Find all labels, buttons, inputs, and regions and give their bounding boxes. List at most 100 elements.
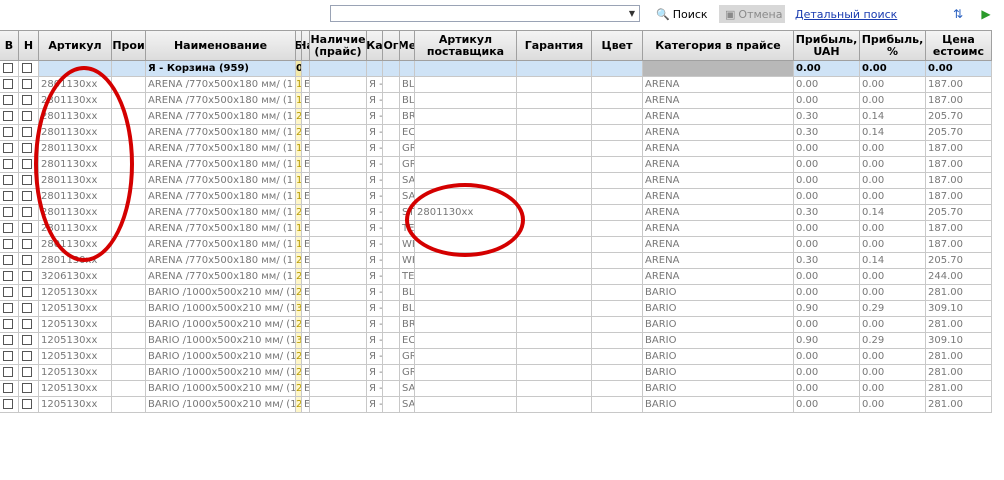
- cell-color: [592, 77, 643, 93]
- table-row[interactable]: 1205130xxBARIO /1000x500x210 мм/ (1,!3Ес…: [0, 333, 992, 349]
- column-header-profitpct[interactable]: Прибыль, %: [860, 30, 926, 61]
- table-row[interactable]: 1205130xxBARIO /1000x500x210 мм/ (1,!2Ес…: [0, 285, 992, 301]
- checkbox-b[interactable]: [3, 111, 13, 121]
- cancel-button[interactable]: ▣ Отмена: [719, 5, 785, 23]
- checkbox-b[interactable]: [3, 383, 13, 393]
- search-combo[interactable]: ▼: [330, 5, 640, 22]
- table-row[interactable]: 2801130xxARENA /770x500x180 мм/ (1 ч1ЕсЯ…: [0, 157, 992, 173]
- table-row[interactable]: 2801130xxARENA /770x500x180 мм/ (1 ч2ЕсЯ…: [0, 109, 992, 125]
- column-header-c3[interactable]: Ка: [367, 30, 383, 61]
- checkbox-n[interactable]: [22, 159, 32, 169]
- table-row[interactable]: 1205130xxBARIO /1000x500x210 мм/ (1,!2Ес…: [0, 397, 992, 413]
- checkbox-b[interactable]: [3, 63, 13, 73]
- export-icon[interactable]: ▶: [978, 5, 994, 23]
- checkbox-b[interactable]: [3, 223, 13, 233]
- search-button[interactable]: 🔍 Поиск: [656, 5, 708, 23]
- checkbox-n[interactable]: [22, 127, 32, 137]
- cell-category: ARENA: [643, 93, 794, 109]
- column-header-warr[interactable]: Гарантия: [517, 30, 592, 61]
- cell-supplier-article: [415, 109, 517, 125]
- checkbox-b[interactable]: [3, 175, 13, 185]
- column-header-art[interactable]: Артикул: [39, 30, 112, 61]
- group-row[interactable]: Я - Корзина (959)00.000.000.00: [0, 61, 992, 77]
- checkbox-n[interactable]: [22, 175, 32, 185]
- checkbox-n[interactable]: [22, 111, 32, 121]
- checkbox-n[interactable]: [22, 207, 32, 217]
- checkbox-n[interactable]: [22, 367, 32, 377]
- checkbox-n[interactable]: [22, 351, 32, 361]
- checkbox-b[interactable]: [3, 95, 13, 105]
- table-row[interactable]: 2801130xxARENA /770x500x180 мм/ (1 ч1ЕсЯ…: [0, 141, 992, 157]
- table-row[interactable]: 3206130xxARENA /770x500x180 мм/ (1 ч2ЕсЯ…: [0, 269, 992, 285]
- column-header-c2[interactable]: На: [302, 30, 310, 61]
- checkbox-n[interactable]: [22, 239, 32, 249]
- cell-profit: 0.00: [794, 317, 860, 333]
- checkbox-b[interactable]: [3, 255, 13, 265]
- table-row[interactable]: 1205130xxBARIO /1000x500x210 мм/ (1,!2Ес…: [0, 317, 992, 333]
- sort-icon[interactable]: ⇅: [950, 5, 966, 23]
- column-header-price[interactable]: Цена естоимс: [926, 30, 992, 61]
- column-header-color[interactable]: Цвет: [592, 30, 643, 61]
- checkbox-n[interactable]: [22, 63, 32, 73]
- cell-c2: Ес: [302, 77, 310, 93]
- cell-name: ARENA /770x500x180 мм/ (1 ч: [146, 173, 296, 189]
- checkbox-b[interactable]: [3, 287, 13, 297]
- checkbox-b[interactable]: [3, 351, 13, 361]
- checkbox-b[interactable]: [3, 207, 13, 217]
- table-row[interactable]: 2801130xxARENA /770x500x180 мм/ (1 ч1ЕсЯ…: [0, 221, 992, 237]
- column-header-prod[interactable]: Прои: [112, 30, 146, 61]
- cell-article: 1205130xx: [39, 333, 112, 349]
- column-header-c4[interactable]: Ог: [383, 30, 400, 61]
- column-header-b[interactable]: В: [0, 30, 19, 61]
- checkbox-n[interactable]: [22, 335, 32, 345]
- checkbox-b[interactable]: [3, 191, 13, 201]
- checkbox-b[interactable]: [3, 127, 13, 137]
- table-row[interactable]: 2801130xxARENA /770x500x180 мм/ (1 ч2ЕсЯ…: [0, 205, 992, 221]
- checkbox-n[interactable]: [22, 255, 32, 265]
- checkbox-b[interactable]: [3, 159, 13, 169]
- table-row[interactable]: 2801130xxARENA /770x500x180 мм/ (1 ч2ЕсЯ…: [0, 125, 992, 141]
- column-header-n[interactable]: Н: [19, 30, 39, 61]
- checkbox-b[interactable]: [3, 143, 13, 153]
- table-row[interactable]: 2801130xxARENA /770x500x180 мм/ (1 ч2ЕсЯ…: [0, 253, 992, 269]
- checkbox-b[interactable]: [3, 79, 13, 89]
- table-row[interactable]: 1205130xxBARIO /1000x500x210 мм/ (1,!2Ес…: [0, 349, 992, 365]
- table-row[interactable]: 1205130xxBARIO /1000x500x210 мм/ (1,!2Ес…: [0, 365, 992, 381]
- checkbox-n[interactable]: [22, 399, 32, 409]
- checkbox-b[interactable]: [3, 271, 13, 281]
- checkbox-n[interactable]: [22, 79, 32, 89]
- column-header-name[interactable]: Наименование: [146, 30, 296, 61]
- cell-c3: Я -: [367, 333, 383, 349]
- table-row[interactable]: 2801130xxARENA /770x500x180 мм/ (1 ч1ЕсЯ…: [0, 237, 992, 253]
- checkbox-b[interactable]: [3, 319, 13, 329]
- checkbox-b[interactable]: [3, 367, 13, 377]
- column-header-supart[interactable]: Артикул поставщика: [415, 30, 517, 61]
- checkbox-n[interactable]: [22, 271, 32, 281]
- table-row[interactable]: 2801130xxARENA /770x500x180 мм/ (1 ч1ЕсЯ…: [0, 189, 992, 205]
- checkbox-n[interactable]: [22, 319, 32, 329]
- checkbox-b[interactable]: [3, 303, 13, 313]
- chevron-down-icon[interactable]: ▼: [625, 6, 639, 21]
- cell-price: 309.10: [926, 301, 992, 317]
- table-row[interactable]: 1205130xxBARIO /1000x500x210 мм/ (1,!3Ес…: [0, 301, 992, 317]
- table-row[interactable]: 1205130xxBARIO /1000x500x210 мм/ (1,!2Ес…: [0, 381, 992, 397]
- table-row[interactable]: 2801130xxARENA /770x500x180 мм/ (1 ч1ЕсЯ…: [0, 93, 992, 109]
- column-header-profit[interactable]: Прибыль, UAH: [794, 30, 860, 61]
- table-row[interactable]: 2801130xxARENA /770x500x180 мм/ (1 ч1ЕсЯ…: [0, 173, 992, 189]
- cell-b: [0, 221, 19, 237]
- checkbox-n[interactable]: [22, 223, 32, 233]
- checkbox-n[interactable]: [22, 303, 32, 313]
- column-header-c5[interactable]: Ме: [400, 30, 415, 61]
- table-row[interactable]: 2801130xxARENA /770x500x180 мм/ (1 ч1ЕсЯ…: [0, 77, 992, 93]
- checkbox-n[interactable]: [22, 287, 32, 297]
- checkbox-n[interactable]: [22, 143, 32, 153]
- checkbox-b[interactable]: [3, 399, 13, 409]
- column-header-avail[interactable]: Наличие (прайс): [310, 30, 367, 61]
- checkbox-n[interactable]: [22, 95, 32, 105]
- checkbox-b[interactable]: [3, 335, 13, 345]
- column-header-cat[interactable]: Категория в прайсе: [643, 30, 794, 61]
- advanced-search-link[interactable]: Детальный поиск: [795, 8, 897, 21]
- checkbox-b[interactable]: [3, 239, 13, 249]
- checkbox-n[interactable]: [22, 383, 32, 393]
- checkbox-n[interactable]: [22, 191, 32, 201]
